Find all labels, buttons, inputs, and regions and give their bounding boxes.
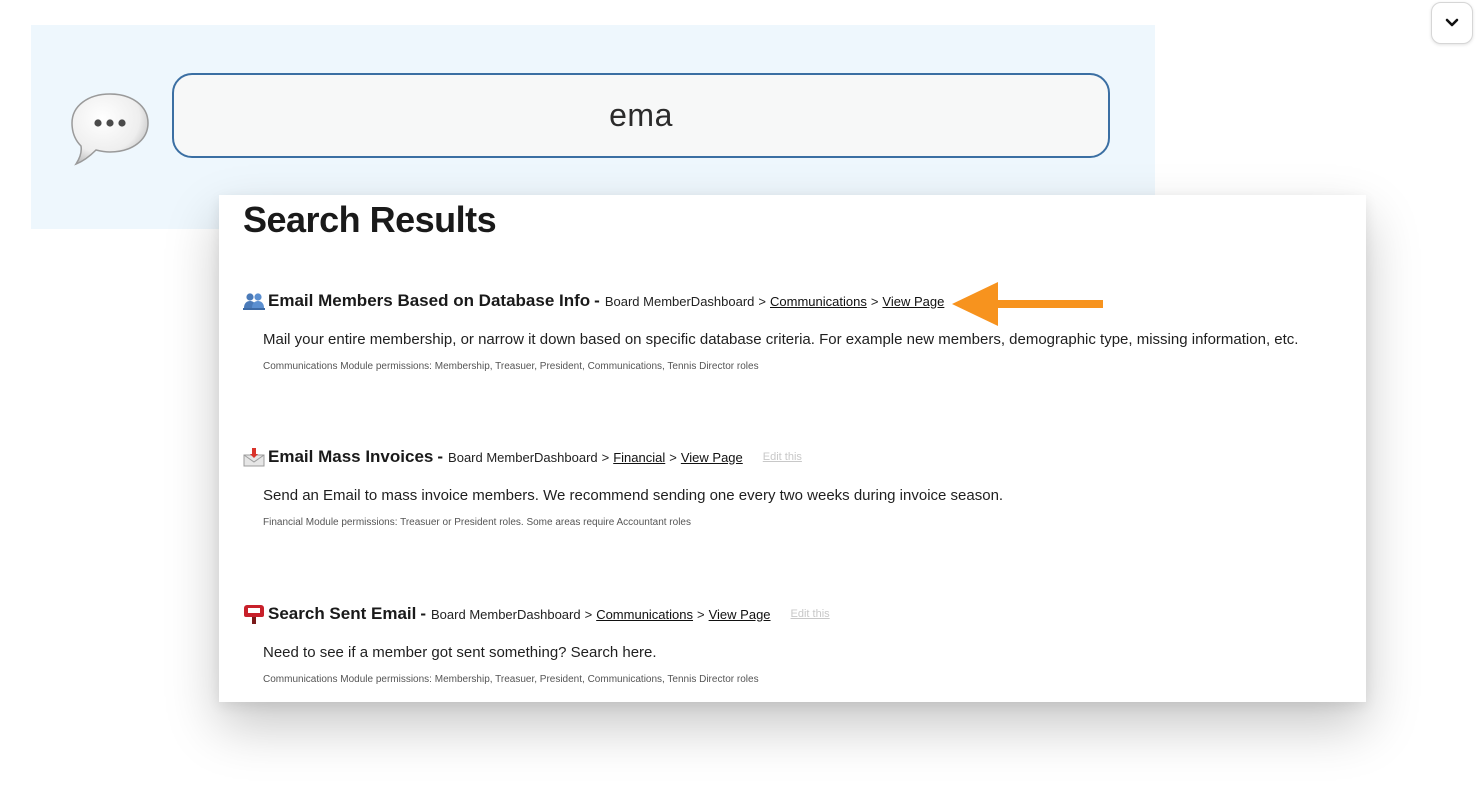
result-permissions: Communications Module permissions: Membe…: [263, 674, 759, 685]
result-description: Send an Email to mass invoice members. W…: [263, 487, 1004, 504]
envelope-icon: [243, 447, 265, 467]
breadcrumb-separator: >: [669, 449, 677, 465]
search-result: Email Members Based on Database Info - B…: [243, 289, 1353, 372]
collapse-button[interactable]: [1431, 2, 1473, 44]
result-separator: -: [594, 291, 600, 310]
result-header: Email Mass Invoices - Board MemberDashbo…: [243, 445, 1353, 469]
result-description: Need to see if a member got sent somethi…: [263, 644, 657, 661]
breadcrumb-separator: >: [697, 606, 705, 622]
result-permissions: Communications Module permissions: Membe…: [263, 361, 759, 372]
chevron-down-icon: [1445, 18, 1459, 27]
breadcrumb-root: Board MemberDashboard: [431, 606, 581, 622]
search-query: ema: [609, 97, 673, 133]
result-description: Mail your entire membership, or narrow i…: [263, 331, 1299, 348]
result-separator: -: [437, 447, 444, 466]
annotation-arrow-icon: [952, 282, 1104, 326]
view-page-link[interactable]: View Page: [709, 607, 771, 622]
result-title[interactable]: Email Mass Invoices: [268, 447, 433, 467]
result-title[interactable]: Search Sent Email: [268, 604, 416, 624]
mailbox-icon: [243, 604, 265, 624]
breadcrumb-separator: >: [870, 293, 879, 309]
speech-bubble-icon: [70, 90, 152, 166]
breadcrumb-section-link[interactable]: Financial: [613, 450, 665, 465]
breadcrumb-separator: >: [584, 606, 593, 622]
breadcrumb-separator: >: [601, 449, 610, 465]
search-results-panel: Search Results Email Members Based on Da…: [219, 195, 1366, 702]
search-input[interactable]: ema: [172, 73, 1110, 158]
breadcrumb-root: Board MemberDashboard: [604, 293, 755, 309]
breadcrumb-section-link[interactable]: Communications: [770, 294, 867, 309]
people-icon: [243, 291, 265, 311]
edit-link[interactable]: Edit this: [791, 608, 830, 620]
search-result: Search Sent Email - Board MemberDashboar…: [243, 602, 1353, 685]
result-permissions: Financial Module permissions: Treasuer o…: [263, 517, 691, 528]
breadcrumb-root: Board MemberDashboard: [448, 449, 598, 465]
result-header: Email Members Based on Database Info - B…: [243, 289, 1353, 313]
view-page-link[interactable]: View Page: [882, 294, 944, 309]
breadcrumb-separator: >: [758, 293, 766, 309]
view-page-link[interactable]: View Page: [681, 450, 743, 465]
breadcrumb-section-link[interactable]: Communications: [596, 607, 693, 622]
result-separator: -: [420, 604, 427, 623]
page-title: Search Results: [243, 199, 497, 240]
result-header: Search Sent Email - Board MemberDashboar…: [243, 602, 1353, 626]
search-result: Email Mass Invoices - Board MemberDashbo…: [243, 445, 1353, 528]
result-title[interactable]: Email Members Based on Database Info: [268, 291, 590, 311]
edit-link[interactable]: Edit this: [763, 451, 802, 463]
